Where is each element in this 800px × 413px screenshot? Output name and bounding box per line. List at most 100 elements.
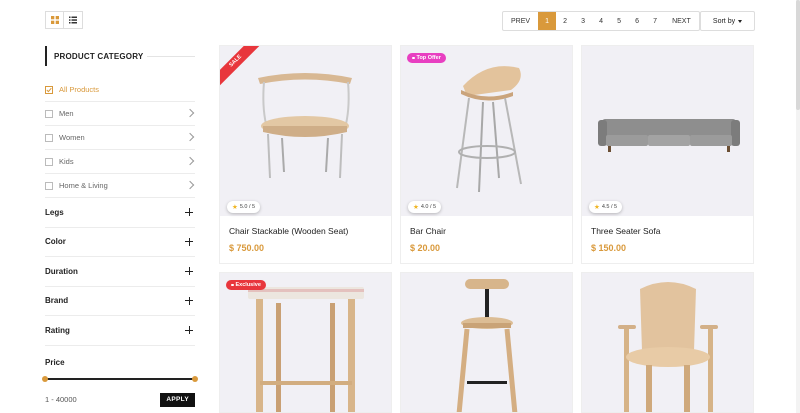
product-card[interactable]: Exclusive [219,272,392,413]
product-price: $ 150.00 [591,243,627,253]
chevron-right-icon[interactable] [185,156,195,166]
filter-label: Legs [45,207,64,217]
filter-duration[interactable]: Duration [45,257,195,287]
category-item-all-products[interactable]: All Products [45,78,195,102]
product-image[interactable] [401,273,572,412]
view-toggle [45,11,83,29]
product-info: Chair Stackable (Wooden Seat) $ 750.00 [220,216,391,263]
chevron-right-icon[interactable] [185,132,195,142]
wooden-bar-stool-image [456,279,518,412]
pagination-page-5[interactable]: 5 [610,12,628,30]
category-label: Home & Living [59,181,108,190]
rating-value: 4.0 / 5 [420,204,437,210]
pagination-page-3[interactable]: 3 [574,12,592,30]
filter-color[interactable]: Color [45,228,195,257]
sort-by-label: Sort by [712,17,736,25]
plus-icon[interactable] [185,267,193,276]
exclusive-badge: Exclusive [226,280,266,290]
checkbox[interactable] [45,157,53,166]
slider-min-handle[interactable] [42,375,48,382]
product-image[interactable] [401,46,572,216]
badge-label: Top Offer [416,55,441,61]
product-price: $ 750.00 [229,243,265,253]
plus-icon[interactable] [185,208,193,217]
dot-icon [231,283,234,287]
category-item-kids[interactable]: Kids [45,150,195,174]
star-icon: ★ [232,204,238,211]
rating-badge: ★ 5.0 / 5 [227,201,261,213]
product-info: Three Seater Sofa $ 150.00 [582,216,753,263]
chevron-right-icon[interactable] [185,180,195,190]
plus-icon[interactable] [185,296,193,305]
filter-brand[interactable]: Brand [45,287,195,316]
rating-value: 4.5 / 5 [601,204,618,210]
scrollbar-thumb[interactable] [796,0,800,110]
rating-badge: ★ 4.0 / 5 [408,201,442,213]
product-card[interactable] [581,272,754,413]
pagination-page-2[interactable]: 2 [556,12,574,30]
wooden-armchair-image [618,282,718,412]
price-range-slider[interactable] [42,375,198,383]
product-card[interactable]: SALE ★ 5.0 / 5 Chair Stackable (Wooden S… [219,45,392,264]
product-name[interactable]: Three Seater Sofa [591,226,744,236]
rating-badge: ★ 4.5 / 5 [589,201,623,213]
product-card[interactable]: Top Offer ★ 4.0 / 5 Bar Chair $ 20.00 [400,45,573,264]
product-card[interactable] [400,272,573,413]
checkbox[interactable] [45,133,53,142]
pagination-page-6[interactable]: 6 [628,12,646,30]
apply-price-button[interactable]: APPLY [160,392,195,407]
pagination-page-1[interactable]: 1 [538,12,557,30]
sale-ribbon: SALE [220,46,264,90]
caret-down-icon [738,19,743,23]
product-info: Bar Chair $ 20.00 [401,216,572,263]
filter-label: Color [45,237,66,247]
check-icon [46,87,52,92]
slider-max-handle[interactable] [192,375,198,382]
category-list: All Products Men Women Kids Home & Livin… [45,78,195,198]
grid-view-button[interactable] [45,11,64,29]
category-item-home-living[interactable]: Home & Living [45,174,195,198]
pagination-page-7[interactable]: 7 [646,12,664,30]
category-item-men[interactable]: Men [45,102,195,126]
price-range-value: 1 - 40000 [45,395,77,404]
product-name[interactable]: Bar Chair [410,226,563,236]
star-icon: ★ [413,204,419,211]
plus-icon[interactable] [185,237,193,246]
pagination-next[interactable]: NEXT [664,12,699,30]
category-item-women[interactable]: Women [45,126,195,150]
badge-label: Exclusive [235,282,261,288]
top-offer-badge: Top Offer [407,53,446,63]
product-name[interactable]: Chair Stackable (Wooden Seat) [229,226,382,236]
filter-legs[interactable]: Legs [45,198,195,228]
list-icon [69,16,77,24]
sofa-image [598,119,740,152]
chevron-right-icon[interactable] [185,108,195,118]
filter-label: Rating [45,325,70,335]
filter-sidebar: PRODUCT CATEGORY All Products Men Women [42,46,198,407]
filter-rating[interactable]: Rating [45,316,195,346]
category-label: Kids [59,157,74,166]
plus-icon[interactable] [185,326,193,335]
category-label: Men [59,109,74,118]
product-card[interactable]: ★ 4.5 / 5 Three Seater Sofa $ 150.00 [581,45,754,264]
list-view-button[interactable] [64,11,83,29]
price-filter-label: Price [45,357,65,367]
pagination-prev[interactable]: PREV [503,12,538,30]
bar-chair-image [456,66,522,193]
page-scrollbar[interactable] [796,0,800,413]
sort-by-dropdown[interactable]: Sort by [700,11,755,31]
product-image[interactable] [220,273,391,412]
product-price: $ 20.00 [410,243,441,253]
checkbox[interactable] [45,181,53,190]
pagination-page-4[interactable]: 4 [592,12,610,30]
product-image[interactable] [582,46,753,216]
category-label: Women [59,133,85,142]
rating-value: 5.0 / 5 [239,204,256,210]
checkbox[interactable] [45,109,53,118]
price-range-row: 1 - 40000 APPLY [45,392,195,407]
checkbox-checked[interactable] [45,85,53,94]
star-icon: ★ [594,204,600,211]
filter-label: Brand [45,296,69,306]
filter-label: Duration [45,266,78,276]
product-image[interactable] [582,273,753,412]
